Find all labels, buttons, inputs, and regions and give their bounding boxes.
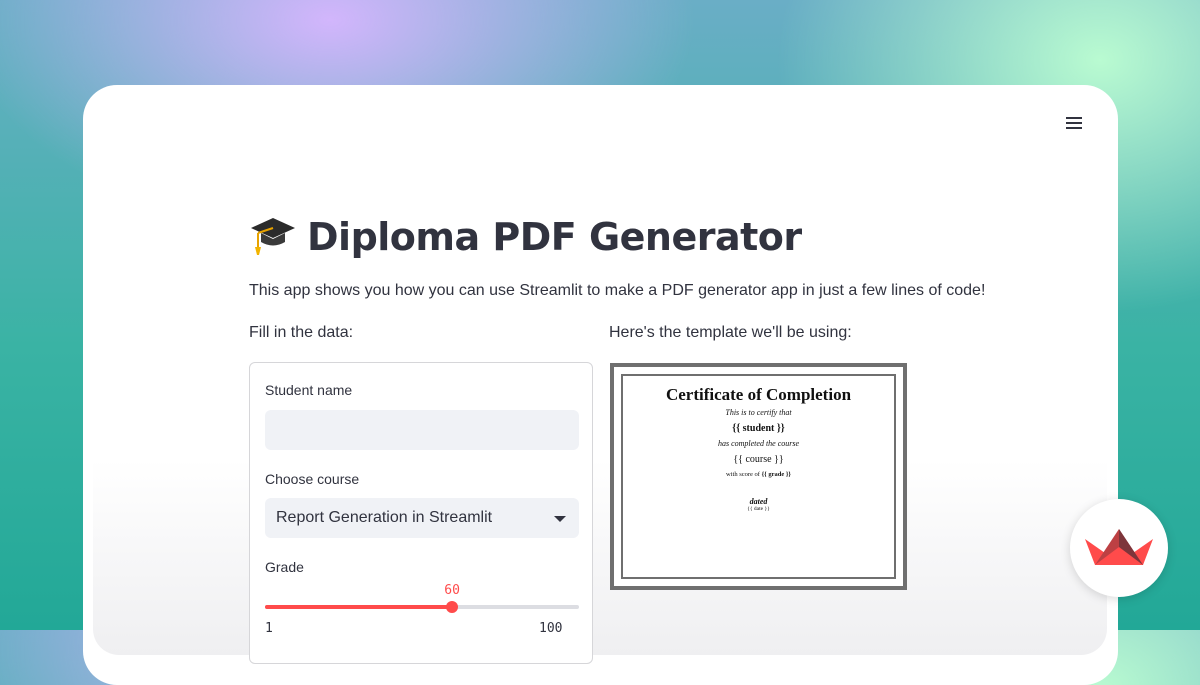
data-form: Student name Choose course Report Genera… xyxy=(249,362,593,664)
course-selected-value: Report Generation in Streamlit xyxy=(276,509,493,526)
streamlit-logo-icon xyxy=(1070,499,1168,597)
certificate-title: Certificate of Completion xyxy=(665,385,852,404)
page-title: Diploma PDF Generator xyxy=(249,214,802,259)
grade-slider-thumb[interactable] xyxy=(446,601,459,613)
form-heading: Fill in the data: xyxy=(249,324,354,341)
certificate-course-placeholder: {{ course }} xyxy=(733,454,784,465)
page-title-text: Diploma PDF Generator xyxy=(307,215,802,259)
certificate-student-placeholder: {{ student }} xyxy=(732,423,785,434)
grade-slider-fill xyxy=(265,605,453,609)
chevron-down-icon xyxy=(554,516,566,522)
certificate-completed-text: has completed the course xyxy=(717,439,800,448)
app-container xyxy=(93,95,1107,655)
grade-label: Grade xyxy=(265,559,304,575)
template-heading: Here's the template we'll be using: xyxy=(609,324,852,341)
certificate-border: Certificate of Completion This is to cer… xyxy=(621,374,896,579)
graduation-cap-icon xyxy=(249,214,297,258)
certificate-grade-placeholder: {{ grade }} xyxy=(761,471,791,478)
intro-text: This app shows you how you can use Strea… xyxy=(249,282,986,299)
certificate-certify-text: This is to certify that xyxy=(725,408,792,417)
certificate-template: Certificate of Completion This is to cer… xyxy=(610,363,907,590)
student-name-input[interactable] xyxy=(265,410,579,450)
course-label: Choose course xyxy=(265,471,360,487)
grade-min-label: 1 xyxy=(265,621,273,636)
certificate-score-line: with score of {{ grade }} xyxy=(623,471,894,478)
certificate-score-prefix: with score of xyxy=(726,471,760,478)
certificate-date-placeholder: {{ date }} xyxy=(747,506,770,512)
certificate-dated-text: dated xyxy=(749,497,768,506)
student-name-label: Student name xyxy=(265,382,353,398)
grade-slider[interactable]: 60 xyxy=(265,583,579,613)
hamburger-menu-icon[interactable] xyxy=(1064,114,1084,132)
grade-max-label: 100 xyxy=(539,621,563,636)
course-select[interactable]: Report Generation in Streamlit xyxy=(265,498,579,538)
grade-slider-value: 60 xyxy=(444,583,460,598)
